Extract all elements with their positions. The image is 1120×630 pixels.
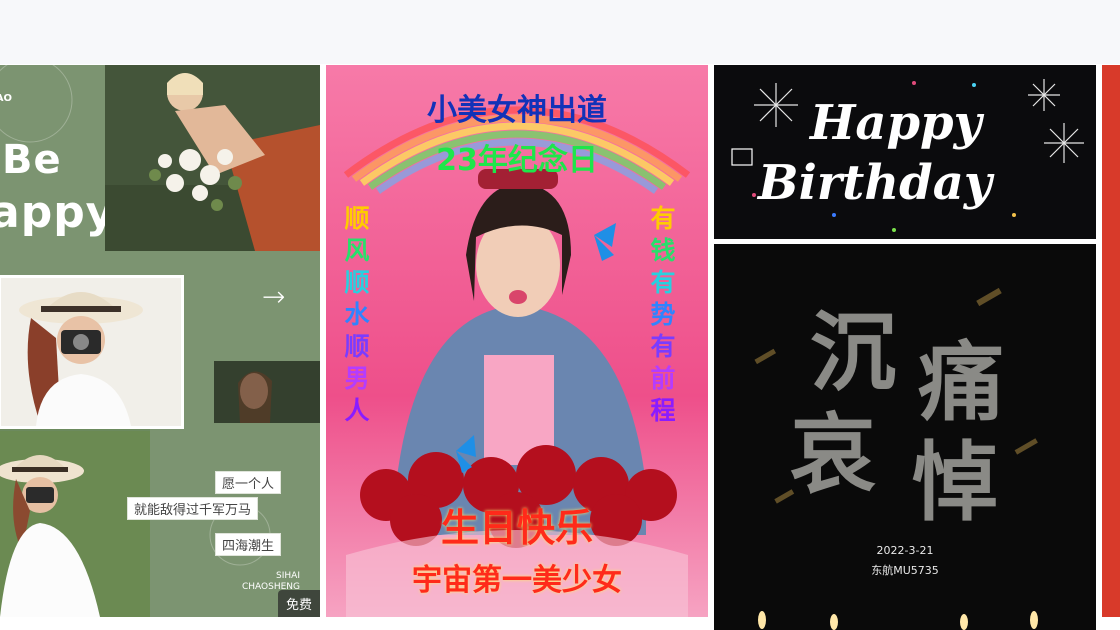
left-char: 男 xyxy=(344,364,370,393)
arrow-right-icon: → xyxy=(262,280,286,313)
right-char: 有 xyxy=(650,268,676,297)
fireworks-decoration xyxy=(731,79,1084,232)
right-char: 程 xyxy=(650,396,676,425)
vertical-blessing-right: 有 钱 有 势 有 前 程 xyxy=(648,203,678,427)
headline-be: Be xyxy=(2,137,62,183)
left-char: 风 xyxy=(344,236,370,265)
mourning-date: 2022-3-21 xyxy=(876,544,934,557)
mourning-char-1: 沉 xyxy=(810,302,896,403)
template-card-birthday-girl[interactable]: 小美女神出道 23年纪念日 顺 风 顺 水 顺 男 人 有 钱 有 势 有 前 … xyxy=(326,65,708,617)
quote-line-1: 愿一个人 xyxy=(215,471,282,494)
right-char: 钱 xyxy=(650,236,676,265)
left-char: 顺 xyxy=(344,204,370,233)
right-char: 有 xyxy=(650,204,676,233)
brand-tag: CHAO G xyxy=(0,93,12,104)
left-char: 人 xyxy=(344,396,370,425)
photo-woman-dress xyxy=(0,431,150,617)
free-badge: 免费 xyxy=(277,590,320,617)
template-card-partial[interactable] xyxy=(1102,65,1120,617)
template-card-happy-birthday[interactable]: Happy Birthday xyxy=(714,65,1096,239)
mourning-flight: 东航MU5735 xyxy=(871,564,939,577)
right-char: 前 xyxy=(650,364,676,393)
top-bar xyxy=(0,0,1120,64)
right-char: 势 xyxy=(650,300,676,329)
birthday-greeting: 生日快乐 xyxy=(440,506,593,550)
photo-woman-flowers xyxy=(105,65,320,251)
template-card-mourning[interactable]: 沉 痛 哀 悼 2022-3-21 东航MU5735 xyxy=(714,244,1096,630)
birthday-text: Birthday xyxy=(758,155,992,211)
template-card-be-happy[interactable]: CHAO G Be appy xyxy=(0,65,320,617)
quote-line-3: 四海潮生 xyxy=(215,533,282,556)
headline-happy: appy xyxy=(0,187,116,238)
mourning-char-4: 悼 xyxy=(912,432,998,533)
quote-line-2: 就能敌得过千军万马 xyxy=(127,497,259,520)
happy-text: Happy xyxy=(810,95,982,151)
title-anniversary: 23年纪念日 xyxy=(436,143,598,178)
mourning-char-2: 痛 xyxy=(918,332,1004,433)
left-char: 顺 xyxy=(344,268,370,297)
left-char: 顺 xyxy=(344,332,370,361)
photo-woman-camera xyxy=(0,275,184,429)
photo-portrait xyxy=(214,361,320,423)
left-char: 水 xyxy=(344,300,370,329)
mourning-char-3: 哀 xyxy=(790,404,876,505)
title-main: 小美女神出道 xyxy=(427,93,607,128)
vertical-blessing-left: 顺 风 顺 水 顺 男 人 xyxy=(342,203,372,427)
right-char: 有 xyxy=(650,332,676,361)
subtitle-universe: 宇宙第一美少女 xyxy=(412,563,622,598)
